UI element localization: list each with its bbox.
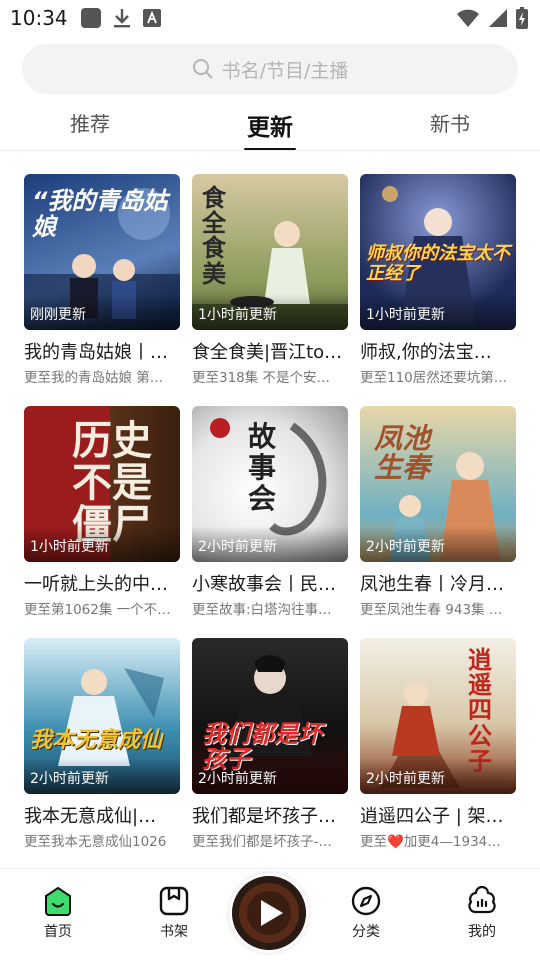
update-time: 2小时前更新: [30, 771, 109, 787]
font-a-icon: [143, 9, 161, 27]
tab-new-books[interactable]: 新书: [420, 108, 480, 150]
book-title[interactable]: 我们都是坏孩子…: [192, 802, 348, 828]
compass-icon: [351, 886, 381, 916]
book-card[interactable]: 我们都是坏孩子 2小时前更新 我们都是坏孩子… 更至我们都是坏孩子-…: [192, 638, 348, 850]
book-title[interactable]: 逍遥四公子 | 架…: [360, 802, 516, 828]
tab-update[interactable]: 更新: [240, 108, 300, 150]
update-time: 1小时前更新: [198, 307, 277, 323]
book-title[interactable]: 师叔,你的法宝…: [360, 338, 516, 364]
bookshelf-icon: [159, 886, 189, 916]
tab-label: 推荐: [70, 112, 110, 136]
book-card[interactable]: 我本无意成仙 2小时前更新 我本无意成仙|… 更至我本无意成仙1026: [24, 638, 180, 850]
nav-label: 首页: [44, 924, 72, 940]
mini-player-disc[interactable]: [232, 876, 306, 950]
update-time: 1小时前更新: [366, 307, 445, 323]
profile-icon: [468, 885, 496, 914]
update-time: 2小时前更新: [366, 539, 445, 555]
book-cover[interactable]: “我的青岛姑娘 刚刚更新: [24, 174, 180, 330]
tab-recommend[interactable]: 推荐: [60, 108, 120, 150]
book-cover[interactable]: 故事会 2小时前更新: [192, 406, 348, 562]
book-latest-episode: 更至故事:白塔沟往事…: [192, 602, 332, 618]
book-latest-episode: 更至我本无意成仙1026: [24, 834, 167, 850]
book-latest-episode: 更至❤️加更4—1934…: [360, 834, 501, 850]
update-time: 2小时前更新: [198, 539, 277, 555]
book-card[interactable]: 师叔你的法宝太不正经了 1小时前更新 师叔,你的法宝… 更至110居然还要坑第…: [360, 174, 516, 386]
book-title[interactable]: 我的青岛姑娘丨…: [24, 338, 180, 364]
nav-category[interactable]: 分类: [336, 885, 396, 941]
book-title[interactable]: 凤池生春丨冷月…: [360, 570, 516, 596]
nav-profile[interactable]: 我的: [452, 885, 512, 941]
book-latest-episode: 更至318集 不是个安…: [192, 370, 331, 386]
book-title[interactable]: 食全食美|晋江to…: [192, 338, 348, 364]
search-bar[interactable]: 书名/节目/主播: [22, 44, 518, 94]
cover-title: 食全食美: [202, 184, 226, 288]
book-cover[interactable]: 师叔你的法宝太不正经了 1小时前更新: [360, 174, 516, 330]
book-card[interactable]: “我的青岛姑娘 刚刚更新 我的青岛姑娘丨… 更至我的青岛姑娘 第…: [24, 174, 180, 386]
book-title[interactable]: 小寒故事会丨民…: [192, 570, 348, 596]
update-time: 2小时前更新: [198, 771, 277, 787]
status-time: 10:34: [10, 6, 68, 30]
home-icon: [45, 887, 71, 916]
nav-label: 书架: [160, 924, 188, 940]
book-card[interactable]: 历史不是僵尸 1小时前更新 一听就上头的中… 更至第1062集 一个不…: [24, 406, 180, 618]
cover-title: 故事会: [248, 420, 277, 515]
book-cover[interactable]: 我本无意成仙 2小时前更新: [24, 638, 180, 794]
system-icons: [456, 6, 528, 30]
book-latest-episode: 更至第1062集 一个不…: [24, 602, 171, 618]
wifi-icon: [457, 9, 479, 27]
update-time: 1小时前更新: [30, 539, 109, 555]
book-card[interactable]: 故事会 2小时前更新 小寒故事会丨民… 更至故事:白塔沟往事…: [192, 406, 348, 618]
tab-label: 更新: [247, 115, 293, 141]
update-time: 2小时前更新: [366, 771, 445, 787]
tab-label: 新书: [430, 112, 470, 136]
cover-title: “我的青岛姑娘: [32, 187, 168, 242]
book-title[interactable]: 我本无意成仙|…: [24, 802, 180, 828]
book-latest-episode: 更至凤池生春 943集 …: [360, 602, 503, 618]
book-card[interactable]: 逍遥四公子 2小时前更新 逍遥四公子 | 架… 更至❤️加更4—1934…: [360, 638, 516, 850]
book-latest-episode: 更至我们都是坏孩子-…: [192, 834, 332, 850]
book-card[interactable]: 凤池生春 2小时前更新 凤池生春丨冷月… 更至凤池生春 943集 …: [360, 406, 516, 618]
app-notification-icon: [81, 8, 101, 28]
status-bar: 10:34: [0, 0, 540, 38]
battery-charging-icon: [516, 7, 528, 29]
book-cover[interactable]: 逍遥四公子 2小时前更新: [360, 638, 516, 794]
book-cover[interactable]: 我们都是坏孩子 2小时前更新: [192, 638, 348, 794]
category-tabs: 推荐 更新 新书: [0, 108, 540, 151]
download-icon: [114, 9, 130, 28]
book-cover[interactable]: 凤池生春 2小时前更新: [360, 406, 516, 562]
book-latest-episode: 更至我的青岛姑娘 第…: [24, 370, 164, 386]
book-cover[interactable]: 历史不是僵尸 1小时前更新: [24, 406, 180, 562]
nav-label: 分类: [352, 924, 380, 940]
notification-icons: [80, 6, 162, 30]
signal-icon: [489, 9, 507, 27]
book-title[interactable]: 一听就上头的中…: [24, 570, 180, 596]
cover-title: 逍遥四公子: [468, 646, 492, 773]
cover-title: 师叔你的法宝太不正经了: [366, 243, 510, 284]
play-icon[interactable]: [232, 876, 306, 950]
nav-bookshelf[interactable]: 书架: [144, 885, 204, 941]
cover-title: 凤池生春: [374, 422, 431, 485]
book-cover[interactable]: 食全食美 1小时前更新: [192, 174, 348, 330]
cover-title: 我本无意成仙: [30, 728, 163, 753]
active-tab-indicator: [244, 148, 296, 150]
update-time: 刚刚更新: [30, 307, 86, 323]
nav-home[interactable]: 首页: [28, 885, 88, 941]
book-latest-episode: 更至110居然还要坑第…: [360, 370, 508, 386]
nav-label: 我的: [468, 924, 496, 940]
search-icon: [192, 59, 213, 79]
book-card[interactable]: 食全食美 1小时前更新 食全食美|晋江to… 更至318集 不是个安…: [192, 174, 348, 386]
search-input[interactable]: 书名/节目/主播: [222, 56, 349, 83]
